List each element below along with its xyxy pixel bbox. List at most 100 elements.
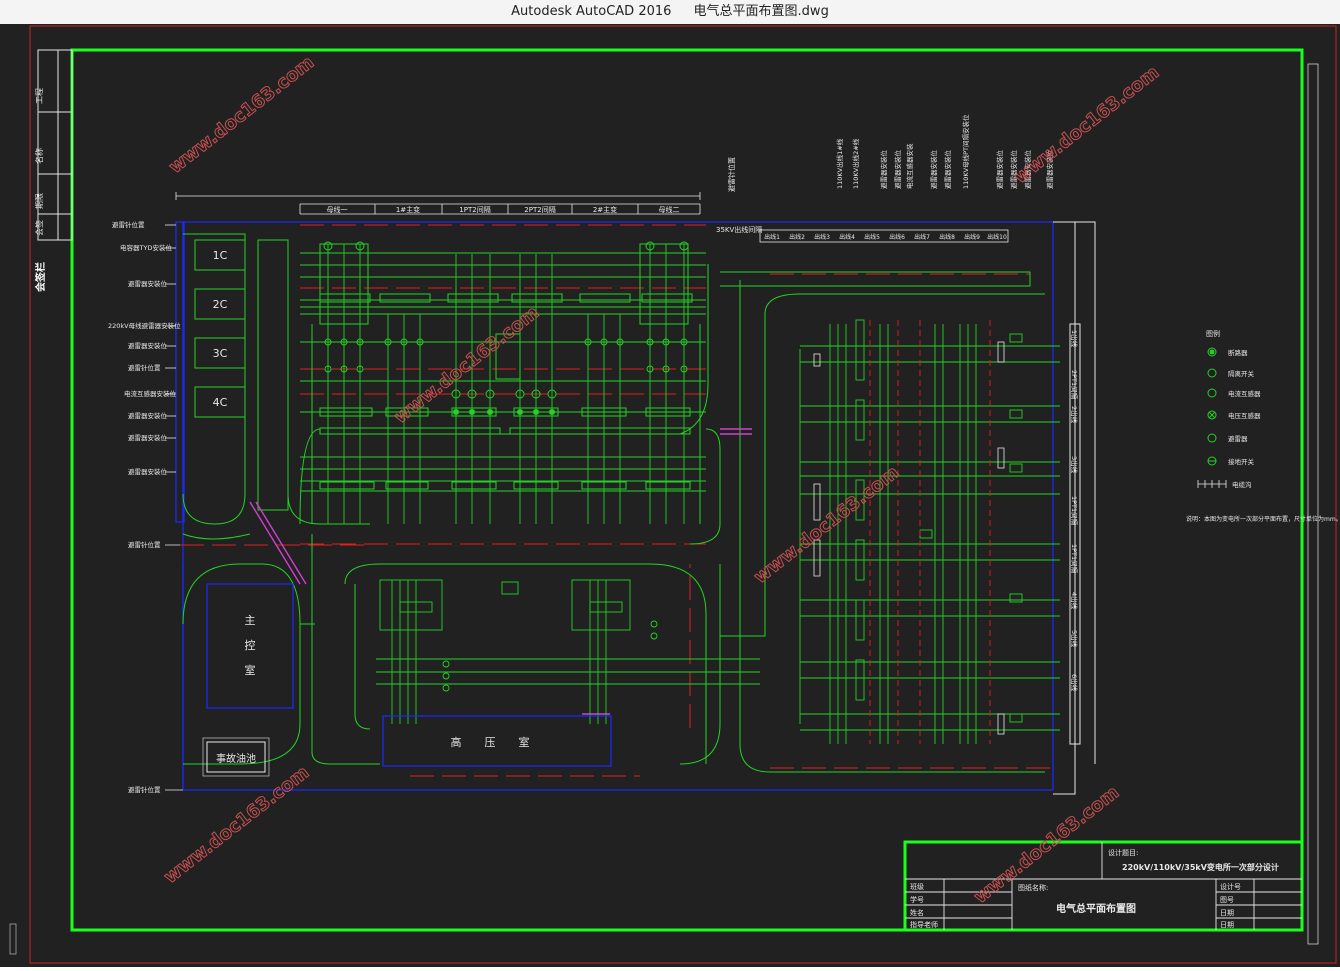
- tr-label-4: 避雷器安装位: [893, 150, 902, 190]
- transformer-zone: [376, 579, 760, 724]
- legend: 图例 断路器 隔离开关 电流互感器 电压互感器 避雷器 接地开关 电缆沟 说明：…: [1186, 329, 1340, 523]
- capacitor-2c: 2C: [213, 298, 228, 311]
- left-labels: 避雷针位置 电容器TYD安装位 避雷器安装位 220kV母线避雷器安装位 避雷器…: [108, 220, 181, 794]
- left-label-1: 避雷针位置: [112, 220, 145, 229]
- left-label-8: 避雷器安装位: [128, 411, 168, 420]
- left-label-7: 电流互感器安装位: [124, 389, 177, 398]
- bay35-4: 出线4: [839, 233, 855, 241]
- design-title-label: 设计题目:: [1108, 848, 1138, 857]
- right-label-6: 1PT1间隔: [1070, 544, 1079, 574]
- tr-label-1: 110KV出线1#线: [835, 138, 844, 189]
- bays-35kv-header: 35KV出线间隔 出线1 出线2 出线3 出线4 出线5 出线6 出线7 出线8…: [716, 225, 1009, 243]
- tb-left-row-1: 班级: [910, 882, 924, 891]
- bay-label-4: 2PT2间隔: [524, 205, 555, 214]
- drawing-name: 电气总平面布置图: [1056, 902, 1136, 915]
- control-room-char-3: 室: [245, 663, 256, 677]
- right-label-5: 1PT1间隔: [1070, 496, 1079, 526]
- left-label-5: 避雷器安装位: [128, 341, 168, 350]
- watermark-1: www.doc163.com: [165, 52, 318, 178]
- left-label-12: 避雷针位置: [128, 785, 161, 794]
- strip-cell-3: 期限: [35, 193, 44, 209]
- feeder-columns: [327, 244, 685, 524]
- left-label-2: 电容器TYD安装位: [120, 243, 172, 252]
- right-label-8: 5出线: [1070, 630, 1079, 648]
- right-label-2: 2PT1间隔: [1070, 370, 1079, 400]
- bay35-6: 出线6: [889, 233, 905, 241]
- tr-label-5: 电流互感器安装: [905, 143, 914, 189]
- tb-right-row-4: 日期: [1220, 921, 1234, 929]
- bay-label-5: 2#主变: [593, 205, 617, 214]
- bay35-8: 出线8: [939, 233, 955, 241]
- strip-cell-1: 工程: [35, 88, 44, 104]
- hv-room-char-2: 压: [485, 736, 496, 749]
- tb-right-row-3: 日期: [1220, 909, 1234, 917]
- bay35-1: 出线1: [764, 233, 780, 241]
- left-label-3: 避雷器安装位: [128, 279, 168, 288]
- capacitor-1c: 1C: [213, 249, 228, 262]
- tr-label-9: 避雷器安装位: [995, 150, 1004, 190]
- control-room-char-2: 控: [245, 638, 256, 652]
- right-label-1: 1出线: [1070, 330, 1079, 348]
- legend-item-3: 电流互感器: [1228, 389, 1261, 398]
- left-strip: 工程 名称 期限 会签 会签栏: [34, 49, 73, 292]
- left-label-6: 避雷针位置: [128, 363, 161, 372]
- legend-title: 图例: [1206, 329, 1220, 338]
- control-room-char-1: 主: [245, 614, 256, 627]
- bay35-5: 出线5: [864, 233, 880, 241]
- bays-35kv-title: 35KV出线间隔: [716, 225, 762, 234]
- bay35-7: 出线7: [914, 233, 930, 241]
- right-label-7: 4出线: [1070, 592, 1079, 610]
- right-feeder-labels: 1出线 2PT1间隔 2出线 3出线 1PT1间隔 1PT1间隔 4出线 5出线…: [1070, 330, 1079, 692]
- file-name: 电气总平面布置图.dwg: [693, 4, 829, 19]
- legend-item-2: 隔离开关: [1228, 369, 1255, 378]
- tr-label-6: 避雷器安装位: [929, 150, 938, 190]
- capacitor-3c: 3C: [213, 347, 228, 360]
- bay35-3: 出线3: [814, 233, 830, 241]
- tb-right-row-1: 设计号: [1220, 882, 1241, 891]
- right-label-4: 3出线: [1070, 456, 1079, 474]
- bay-label-3: 1PT2间隔: [459, 205, 490, 214]
- left-label-10: 避雷器安装位: [128, 467, 168, 476]
- drawing-canvas[interactable]: 工程 名称 期限 会签 会签栏 母线一 1#主变 1PT2间隔 2PT2间隔 2…: [0, 24, 1340, 967]
- left-label-4: 220kV母线避雷器安装位: [108, 321, 181, 330]
- bay35-9: 出线9: [964, 233, 980, 241]
- drawing-name-label: 图纸名称:: [1018, 883, 1048, 892]
- bay35-2: 出线2: [789, 233, 805, 241]
- left-label-11: 避雷针位置: [128, 540, 161, 549]
- window-title-bar: Autodesk AutoCAD 2016 电气总平面布置图.dwg: [0, 0, 1340, 25]
- red-lines: [180, 224, 1050, 777]
- title-block: 设计题目: 220kV/110kV/35kV变电所一次部分设计 图纸名称: 电气…: [903, 840, 1304, 932]
- right-label-3: 2出线: [1070, 406, 1079, 424]
- bay-label-6: 母线二: [659, 205, 680, 214]
- design-title: 220kV/110kV/35kV变电所一次部分设计: [1122, 862, 1279, 872]
- tb-left-row-4: 指导老师: [910, 920, 938, 929]
- legend-item-4: 电压互感器: [1228, 411, 1261, 420]
- top-bay-labels: 母线一 1#主变 1PT2间隔 2PT2间隔 2#主变 母线二: [327, 205, 680, 214]
- top-dimension-bar: [175, 192, 701, 215]
- top-mid-label: 避雷针位置: [727, 157, 736, 192]
- legend-item-5: 避雷器: [1228, 434, 1248, 443]
- hv-room-char-3: 室: [519, 735, 530, 749]
- legend-note: 说明：本图为变电所一次部分平面布置，尺寸单位为mm。: [1186, 515, 1340, 523]
- cad-drawing: 工程 名称 期限 会签 会签栏 母线一 1#主变 1PT2间隔 2PT2间隔 2…: [9, 25, 1340, 964]
- bay-label-2: 1#主变: [396, 205, 420, 214]
- hv-room: 高 压 室: [382, 715, 612, 767]
- capacitor-4c: 4C: [213, 396, 228, 409]
- watermark-2: www.doc163.com: [1010, 62, 1163, 188]
- app-name: Autodesk AutoCAD 2016: [511, 4, 672, 19]
- switchyard-110kv: [799, 319, 1060, 744]
- right-label-9: 6出线: [1070, 674, 1079, 692]
- strip-cell-4: 会签: [34, 220, 44, 236]
- main-control-room: 主 控 室 事故油池: [182, 563, 301, 777]
- white-details: [813, 341, 1005, 735]
- equipment-symbols: [319, 241, 693, 490]
- legend-item-7: 电缆沟: [1232, 480, 1252, 489]
- tb-left-row-2: 学号: [910, 895, 924, 904]
- cable-trenches: [249, 428, 752, 715]
- oil-pool: 事故油池: [216, 752, 256, 765]
- bay35-10: 出线10: [987, 233, 1007, 241]
- hv-room-char-1: 高: [451, 735, 462, 749]
- bay-label-1: 母线一: [327, 205, 348, 214]
- strip-footer: 会签栏: [34, 262, 47, 292]
- strip-cell-2: 名称: [34, 148, 44, 164]
